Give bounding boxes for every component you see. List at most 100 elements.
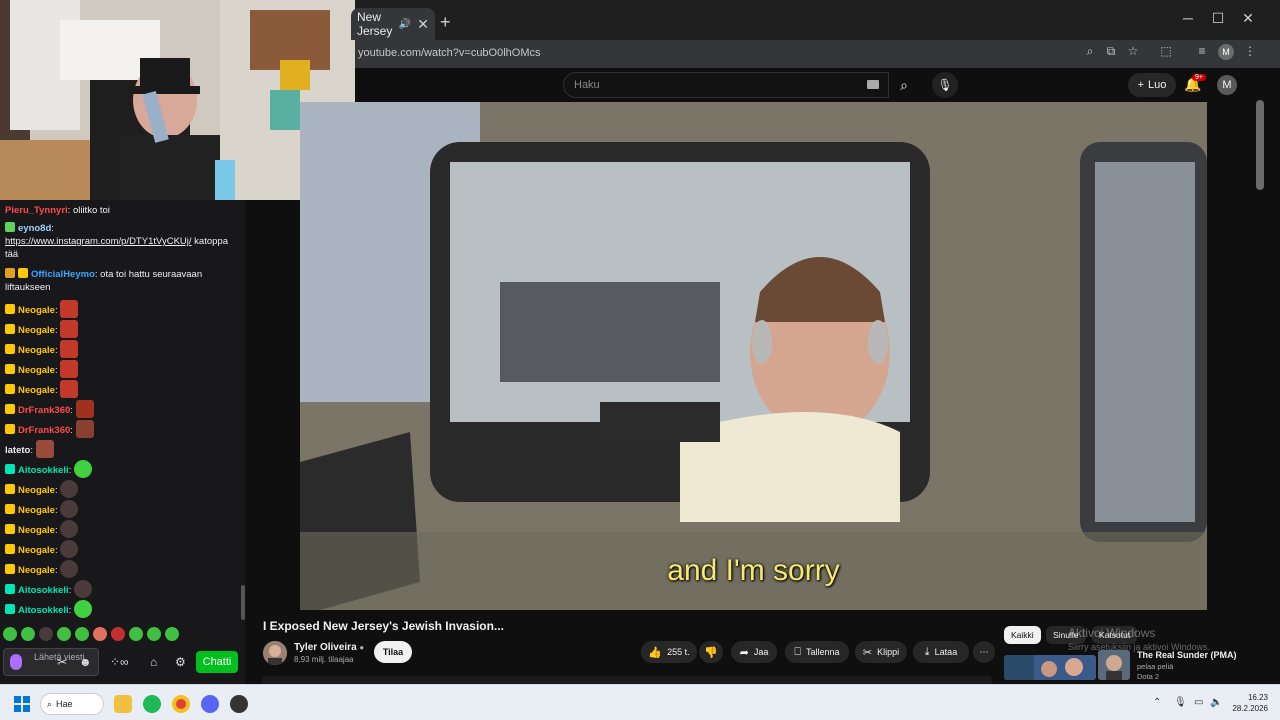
more-actions-button[interactable]: ⋯	[973, 641, 995, 663]
close-tab-icon[interactable]: ✕	[417, 16, 429, 33]
recommended-title[interactable]: The Real Sunder (PMA)	[1137, 650, 1237, 660]
tray-mic-icon[interactable]: 🎙	[1174, 697, 1187, 708]
taskbar-search[interactable]: ⌕ Hae	[40, 693, 104, 715]
close-window-icon[interactable]: ✕	[1238, 10, 1258, 27]
chat-username[interactable]: Pieru_Tynnyri	[5, 205, 68, 216]
chat-message: Pieru_Tynnyri: oliitko toi	[5, 205, 110, 216]
chat-username[interactable]: Neogale	[18, 565, 55, 576]
chat-username[interactable]: Neogale	[18, 545, 55, 556]
chat-scrollbar[interactable]	[241, 585, 245, 620]
chat-username[interactable]: Neogale	[18, 485, 55, 496]
chat-username[interactable]: Neogale	[18, 305, 55, 316]
chat-username[interactable]: eyno8d	[18, 223, 51, 234]
chat-badge-icon	[5, 544, 15, 554]
emote-picker-icon[interactable]: ✂	[57, 655, 67, 669]
download-label: Lataa	[934, 647, 958, 657]
tray-network-icon[interactable]: ▭	[1194, 697, 1203, 708]
chat-username[interactable]: Aitosokkeli	[18, 605, 69, 616]
url-field[interactable]: youtube.com/watch?v=cubO0lhOMcs	[355, 42, 1105, 64]
search-icon[interactable]: ⌕	[889, 72, 919, 98]
channel-avatar[interactable]	[263, 641, 287, 665]
emote-icon[interactable]	[21, 627, 35, 641]
smiley-icon[interactable]: ☻	[79, 655, 92, 669]
recommended-thumbnail[interactable]	[1004, 655, 1096, 680]
subscribe-button[interactable]: Tilaa	[374, 641, 412, 663]
chat-username[interactable]: lateto	[5, 445, 30, 456]
file-explorer-icon[interactable]	[114, 695, 132, 713]
chrome-icon[interactable]	[172, 695, 190, 713]
voice-search-icon[interactable]: 🎙	[932, 72, 958, 98]
save-button[interactable]: ⎕ Tallenna	[785, 641, 849, 663]
media-control-icon[interactable]: ≡	[1195, 44, 1209, 58]
browser-profile-avatar[interactable]: M	[1218, 44, 1234, 60]
clip-button[interactable]: ✂ Klippi	[855, 641, 907, 663]
store-icon[interactable]: ⌂	[150, 655, 157, 669]
page-scrollbar[interactable]	[1256, 100, 1264, 190]
tray-chevron-icon[interactable]: ⌃	[1153, 697, 1161, 708]
minimize-icon[interactable]: ─	[1178, 10, 1198, 26]
video-player[interactable]: and I'm sorry	[300, 102, 1207, 610]
like-button[interactable]: 👍 255 t.	[641, 641, 697, 663]
video-frame	[300, 102, 1207, 610]
keyboard-icon[interactable]	[867, 80, 879, 89]
zoom-icon[interactable]: ⌕	[1083, 44, 1097, 58]
bookmark-star-icon[interactable]: ☆	[1126, 44, 1140, 58]
chip-all[interactable]: Kaikki	[1004, 626, 1041, 644]
tab-active[interactable]: New Jersey 🔊 ✕	[351, 8, 435, 40]
emote-icon[interactable]	[3, 627, 17, 641]
chat-message: DrFrank360:	[5, 420, 237, 438]
channel-points-icon[interactable]: ⁘∞	[110, 655, 129, 669]
chat-username[interactable]: Neogale	[18, 525, 55, 536]
account-avatar[interactable]: M	[1217, 75, 1237, 95]
chat-username[interactable]: OfficialHeymo	[31, 269, 95, 280]
live-stream-thumbnail[interactable]	[1098, 650, 1130, 680]
share-arrow-icon: ➦	[739, 646, 749, 659]
chat-username[interactable]: Aitosokkeli	[18, 585, 69, 596]
create-button[interactable]: + Luo	[1128, 73, 1176, 97]
emote-icon[interactable]	[75, 627, 89, 641]
browser-menu-icon[interactable]: ⋮	[1243, 44, 1257, 58]
emote-icon[interactable]	[93, 627, 107, 641]
chat-username[interactable]: Neogale	[18, 325, 55, 336]
emote-icon[interactable]	[57, 627, 71, 641]
chat-badge-icon	[5, 584, 15, 594]
settings-gear-icon[interactable]: ⚙	[175, 655, 186, 669]
channel-name[interactable]: Tyler Oliveira ●	[294, 642, 364, 653]
emote-icon[interactable]	[39, 627, 53, 641]
maximize-icon[interactable]: ☐	[1208, 10, 1228, 27]
tab-title: New Jersey	[357, 10, 393, 38]
search-input[interactable]: Haku	[563, 72, 889, 98]
chat-username[interactable]: Neogale	[18, 365, 55, 376]
chat-username[interactable]: Neogale	[18, 345, 55, 356]
chat-username[interactable]: DrFrank360	[18, 405, 70, 416]
share-button[interactable]: ➦ Jaa	[731, 641, 777, 663]
new-tab-icon[interactable]: +	[440, 12, 451, 33]
emote-icon[interactable]	[147, 627, 161, 641]
obs-icon[interactable]	[230, 695, 248, 713]
windows-start-icon[interactable]	[14, 696, 30, 712]
chat-username[interactable]: DrFrank360	[18, 425, 70, 436]
chat-message: lateto:	[5, 440, 237, 458]
emote-icon[interactable]	[165, 627, 179, 641]
extensions-icon[interactable]: ⬚	[1159, 44, 1173, 58]
download-button[interactable]: ⤓ Lataa	[913, 641, 969, 663]
chat-username[interactable]: Neogale	[18, 505, 55, 516]
tray-volume-icon[interactable]: 🔈	[1210, 697, 1222, 708]
discord-icon[interactable]	[201, 695, 219, 713]
emote-icon[interactable]	[111, 627, 125, 641]
like-count: 255 t.	[667, 647, 690, 657]
emote-icon[interactable]	[129, 627, 143, 641]
chat-link[interactable]: https://www.instagram.com/p/DTY1tVyCKUj/	[5, 236, 192, 247]
chat-send-button[interactable]: Chatti	[196, 651, 238, 673]
chat-message: Neogale:	[5, 300, 237, 318]
mic-icon[interactable]	[10, 654, 22, 670]
chat-username[interactable]: Aitosokkeli	[18, 465, 69, 476]
emote-icon	[60, 500, 79, 518]
spotify-icon[interactable]	[143, 695, 161, 713]
chat-badge-icon	[5, 384, 15, 394]
taskbar-clock[interactable]: 16.23 28.2.2026	[1224, 692, 1268, 714]
description-box[interactable]	[262, 676, 992, 684]
chat-username[interactable]: Neogale	[18, 385, 55, 396]
dislike-button[interactable]: 👎	[699, 641, 723, 663]
cast-icon[interactable]: ⧉	[1104, 44, 1118, 58]
